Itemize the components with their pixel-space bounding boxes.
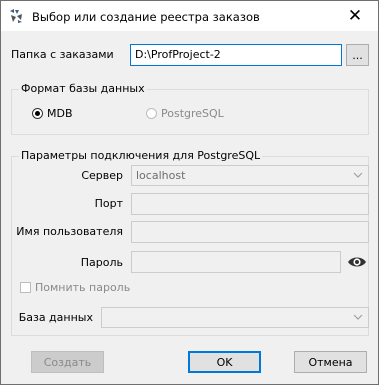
username-input[interactable] [131, 221, 369, 243]
db-format-title: Формат базы данных [19, 82, 147, 95]
app-logo-icon [10, 9, 22, 23]
radio-postgresql-label: PostgreSQL [161, 107, 224, 120]
database-select[interactable] [101, 307, 369, 328]
window-title: Выбор или создание реестра заказов [32, 10, 260, 24]
pg-params-title: Параметры подключения для PostgreSQL [19, 149, 263, 162]
remember-password-box [20, 282, 31, 293]
remember-password-label: Помнить пароль [35, 281, 131, 294]
create-button[interactable]: Создать [31, 351, 104, 373]
close-icon: ✕ [347, 6, 363, 26]
folder-path-input[interactable]: D:\ProfProject-2 [130, 44, 342, 66]
ok-button[interactable]: OK [188, 351, 261, 373]
port-label: Порт [94, 197, 123, 210]
radio-mdb-label: MDB [47, 107, 73, 120]
password-input[interactable] [131, 251, 341, 273]
remember-password-checkbox[interactable]: Помнить пароль [20, 281, 130, 294]
username-label: Имя пользователя [16, 225, 123, 238]
radio-mdb[interactable]: MDB [32, 107, 73, 120]
password-label: Пароль [80, 256, 123, 269]
server-select-value: localhost [136, 169, 186, 182]
server-label: Сервер [81, 169, 123, 182]
cancel-button[interactable]: Отмена [294, 351, 367, 373]
database-label: База данных [18, 311, 93, 324]
dialog-window: Выбор или создание реестра заказов ✕ Пап… [0, 0, 379, 385]
eye-icon[interactable] [347, 253, 367, 271]
radio-postgresql[interactable]: PostgreSQL [146, 107, 224, 120]
chevron-down-icon [353, 172, 363, 178]
radio-mdb-indicator [32, 108, 43, 119]
server-select[interactable]: localhost [131, 165, 369, 186]
radio-postgresql-indicator [146, 108, 157, 119]
port-input[interactable] [131, 193, 369, 215]
chevron-down-icon [353, 314, 363, 320]
title-bar: Выбор или создание реестра заказов ✕ [1, 1, 378, 31]
browse-folder-button[interactable]: ... [346, 44, 369, 66]
close-button[interactable]: ✕ [332, 1, 378, 31]
folder-label: Папка с заказами [11, 48, 114, 61]
